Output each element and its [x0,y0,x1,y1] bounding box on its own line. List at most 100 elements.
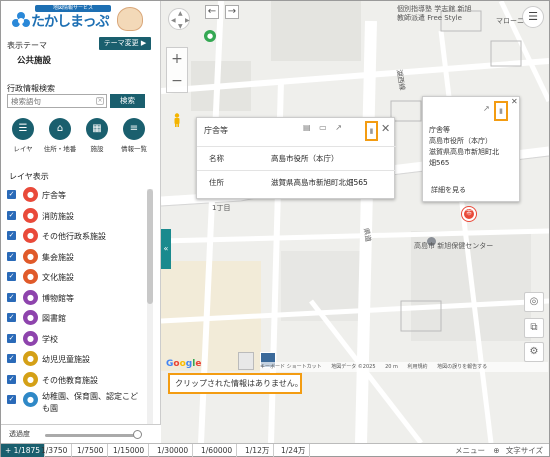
balloon-category: 庁舎等 [429,126,450,134]
building-icon: ▦ [86,118,108,140]
zoom-in-button[interactable]: + [167,48,187,70]
layer-item[interactable]: ✓ ● 文化施設 [5,268,145,289]
checkbox[interactable]: ✓ [7,395,16,404]
checkbox[interactable]: ✓ [7,251,16,261]
map-thumbnail[interactable] [238,352,254,370]
layer-icon: ● [23,351,38,366]
layer-item[interactable]: ✓ ● 図書館 [5,309,145,330]
checkbox[interactable]: ✓ [7,190,16,199]
row-key: 名称 [197,146,259,171]
layer-label: その他行政系施設 [42,232,106,241]
tool-facility[interactable]: ▦ 施設 [79,118,115,153]
layer-item[interactable]: ✓ ● 学校 [5,330,145,351]
layer-item[interactable]: ✓ ● 集会施設 [5,248,145,269]
layer-label: 学校 [42,334,58,344]
table-icon[interactable]: ▭ [319,123,327,132]
layer-item[interactable]: ✓ ● 庁舎等 [5,186,145,207]
layer-icon: ● [23,392,38,407]
scale-text: 20 m [385,364,398,370]
tool-address[interactable]: ⌂ 住所・地番 [42,118,78,153]
clear-icon[interactable]: × [96,97,104,105]
scale-option[interactable]: 1/7500 [73,444,109,457]
scale-option[interactable]: 1/30000 [153,444,194,457]
clip-icon[interactable]: ▮ [365,121,378,141]
scale-option[interactable]: 1/15000 [109,444,150,457]
checkbox[interactable]: ✓ [7,272,16,281]
checkbox[interactable]: ✓ [7,333,16,343]
locate-icon[interactable]: ◎ [524,292,544,312]
checkbox[interactable]: ✓ [7,292,16,302]
checkbox[interactable]: ✓ [7,210,16,220]
row-value: 高島市役所（本庁） [259,146,396,171]
detail-link[interactable]: 詳細を見る [431,185,466,195]
opacity-slider-handle[interactable] [133,430,142,439]
layer-item[interactable]: ✓ ● 消防施設 [5,207,145,228]
app-logo[interactable]: 地図情報サービス たかしまっぷ [5,5,145,33]
sidebar-collapse-button[interactable]: « [161,229,171,269]
back-arrow-icon[interactable]: ← [205,5,219,19]
layer-icon: ● [23,310,38,325]
menu-link[interactable]: メニュー [455,446,485,455]
opacity-slider-track[interactable] [45,434,137,437]
pegman-icon[interactable] [172,113,182,127]
scale-bar: + 1/1875 1/3750 1/7500 1/15000 1/30000 1/6000… [1,443,549,457]
layer-item[interactable]: ✓ ● 幼稚園、保育園、認定こども園 [5,391,145,423]
layer-scrollbar[interactable] [147,189,153,425]
theme-change-button[interactable]: テーマ変更 ▶ [99,37,151,50]
tool-layers[interactable]: ☰ レイヤ [5,118,41,153]
city-hall-marker[interactable]: 市 [462,207,476,221]
terms-link[interactable]: 利用規約 [408,364,428,370]
clipboard-message: クリップされた情報はありません。 [168,373,303,394]
row-value: 滋賀県高島市新旭町北畑565 [259,170,396,194]
text-size-link[interactable]: ⊕ 文字サイズ [493,446,543,455]
info-balloon: ↗ ▮ ✕ 庁舎等 高島市役所（本庁） 滋賀県高島市新旭町北 畑565 詳細を見… [422,96,520,202]
tool-label: レイヤ [13,145,33,153]
layer-icon: ● [23,289,38,305]
settings-gear-icon[interactable]: ⚙ [524,342,544,362]
map-data-text: 地図データ ©2025 [331,364,376,370]
search-button[interactable]: 検索 [110,94,145,108]
layers-icon[interactable]: ⧉ [524,318,544,338]
layer-label: 図書館 [42,314,66,323]
layer-label: 幼児児童施設 [42,355,90,364]
scale-option[interactable]: 1/60000 [197,444,238,457]
scrollbar-thumb[interactable] [147,189,153,304]
layer-label: 幼稚園、保育園、認定こども園 [42,392,138,413]
scale-option[interactable]: 1/3750 [37,444,73,457]
search-input[interactable] [7,94,107,108]
layer-item[interactable]: ✓ ● その他行政系施設 [5,227,145,248]
forward-arrow-icon[interactable]: → [225,5,239,19]
route-icon[interactable]: ↗ [483,104,490,113]
green-poi-marker[interactable]: ● [204,30,216,42]
layer-item[interactable]: ✓ ● その他教育施設 [5,371,145,392]
list-icon: ☰ [12,118,34,140]
layer-item[interactable]: ✓ ● 幼児児童施設 [5,350,145,371]
layer-item[interactable]: ✓ ● 博物館等 [5,289,145,310]
clip-icon[interactable]: ▮ [494,101,508,121]
close-icon[interactable]: ✕ [511,97,518,106]
table-row: 名称 高島市役所（本庁） [197,146,396,171]
print-icon[interactable]: ▤ [303,123,311,132]
scale-option[interactable]: 1/12万 [241,444,275,457]
pan-control[interactable]: ▲ ▼ ◀ ▶ [168,8,190,30]
logo-tagline: 地図情報サービス [35,5,111,12]
hamburger-menu-icon[interactable]: ☰ [522,6,544,28]
checkbox[interactable]: ✓ [7,231,16,240]
report-error-link[interactable]: 地図の誤りを報告する [437,364,487,370]
zoom-out-button[interactable]: − [167,70,187,92]
scale-option[interactable]: 1/24万 [277,444,311,457]
house-icon: ⌂ [49,118,71,140]
close-icon[interactable]: ✕ [381,123,390,134]
mascot-icon [117,7,143,31]
checkbox[interactable]: ✓ [7,354,16,363]
checkbox[interactable]: ✓ [7,313,16,322]
layer-icon: ● [23,269,38,284]
tool-info-list[interactable]: ≡ 情報一覧 [116,118,152,153]
layer-icon: ● [23,187,38,202]
checkbox[interactable]: ✓ [7,374,16,384]
layer-label: 庁舎等 [42,191,66,200]
layer-icon: ● [23,248,38,264]
keyboard-shortcut-link[interactable]: キーボード ショートカット [260,364,322,370]
zoom-control[interactable]: + − [166,47,188,93]
route-icon[interactable]: ↗ [335,123,342,132]
